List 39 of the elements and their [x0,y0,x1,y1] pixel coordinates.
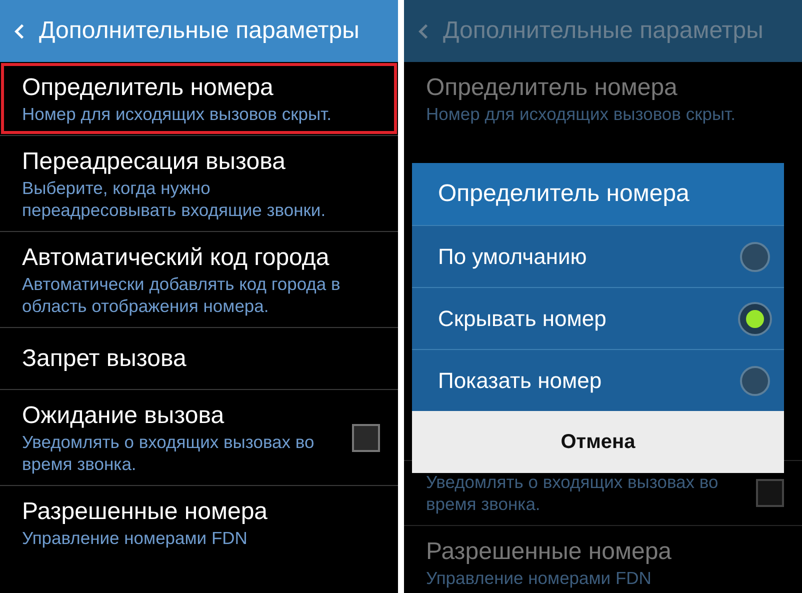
radio-button[interactable] [740,304,770,334]
setting-item[interactable]: Автоматический код города Автоматически добавлять код города в область отображения номера. [0,231,398,327]
setting-title: Определитель номера [426,73,678,103]
cancel-button[interactable]: Отмена [412,411,784,473]
setting-item[interactable]: Запрет вызова [0,327,398,389]
setting-description: Уведомлять о входящих вызовах во время звонка. [426,471,720,515]
setting-title: Автоматический код города [22,243,330,273]
screen-title: Дополнительные параметры [443,17,764,45]
radio-button[interactable] [740,242,770,272]
setting-title: Определитель номера [22,73,274,103]
setting-title: Разрешенные номера [22,497,269,527]
setting-description: Номер для исходящих вызовов скрыт. [22,103,332,125]
setting-item[interactable]: Определитель номера Номер для исходящих вызовов скрыт. [0,62,398,135]
option-label: Показать номер [438,368,602,394]
checkbox[interactable] [756,479,784,507]
checkbox[interactable] [352,424,380,452]
radio-option[interactable]: По умолчанию [412,225,784,287]
setting-title: Запрет вызова [22,344,188,374]
option-label: Скрывать номер [438,306,606,332]
setting-item[interactable]: Ожидание вызова Уведомлять о входящих вызовах во время звонка. [0,389,398,485]
radio-button[interactable] [740,366,770,396]
setting-item[interactable]: Разрешенные номера Управление номерами FDN [404,525,802,593]
setting-description: Управление номерами FDN [426,567,652,589]
setting-item[interactable]: Переадресация вызова Выберите, когда нужно переадресовывать входящие звонки. [0,135,398,231]
setting-description: Автоматически добавлять код города в область отображения номера. [22,273,342,317]
setting-item[interactable]: Определитель номера Номер для исходящих вызовов скрыт. [404,62,802,135]
dialog-title: Определитель номера [412,163,784,225]
radio-option[interactable]: Скрывать номер [412,287,784,349]
setting-item[interactable]: Разрешенные номера Управление номерами FDN [0,485,398,559]
setting-title: Ожидание вызова [22,401,226,431]
setting-description: Управление номерами FDN [22,527,248,549]
setting-title: Разрешенные номера [426,537,673,567]
setting-description: Номер для исходящих вызовов скрыт. [426,103,736,125]
screen-title: Дополнительные параметры [39,17,360,45]
setting-description: Выберите, когда нужно переадресовывать входящие звонки. [22,177,327,221]
back-icon[interactable] [418,22,429,40]
setting-title: Переадресация вызова [22,147,286,177]
setting-description: Уведомлять о входящих вызовах во время звонка. [22,431,316,475]
option-label: По умолчанию [438,244,587,270]
